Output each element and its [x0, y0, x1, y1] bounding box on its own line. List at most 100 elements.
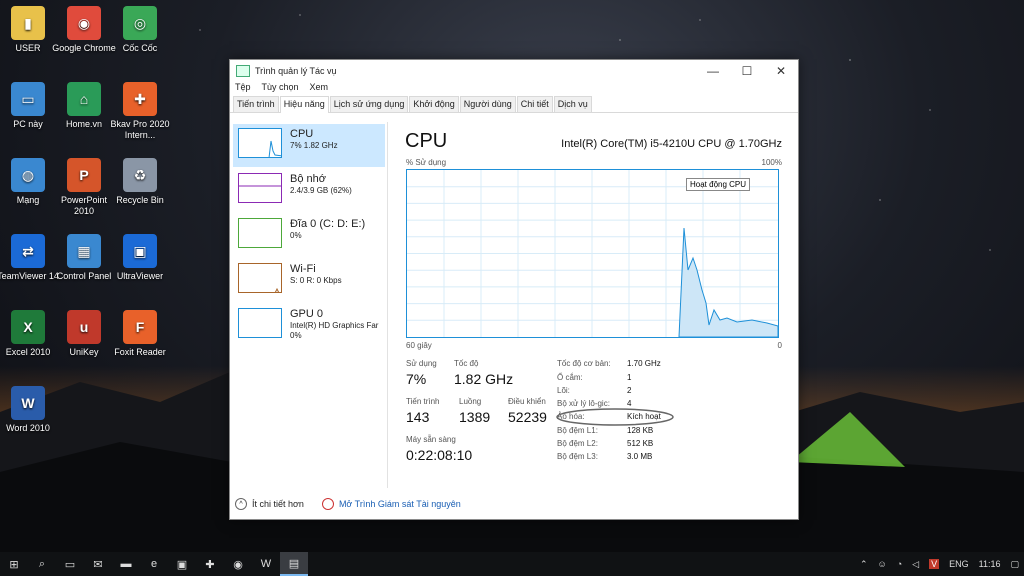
store-icon[interactable]: ▣	[168, 552, 196, 576]
bkav-icon: ✚	[123, 82, 157, 116]
usage-label: Sử dụng	[406, 359, 437, 368]
handles-label: Điều khiển	[508, 397, 546, 406]
word-icon[interactable]: W	[252, 552, 280, 576]
tab-details[interactable]: Chi tiết	[516, 96, 553, 112]
desktop-icon-powerpoint[interactable]: P PowerPoint 2010	[52, 158, 116, 217]
chevron-up-icon: ^	[235, 498, 247, 510]
resource-wifi[interactable]: Wi-Fi S: 0 R: 0 Kbps	[233, 259, 385, 302]
desktop-icon-label: Mạng	[16, 195, 40, 205]
language-indicator[interactable]: ENG	[949, 559, 969, 569]
resource-disk[interactable]: Đĩa 0 (C: D: E:) 0%	[233, 214, 385, 257]
resource-detail: S: 0 R: 0 Kbps	[290, 276, 342, 285]
resource-name: Đĩa 0 (C: D: E:)	[290, 218, 366, 230]
maximize-button[interactable]: ☐	[730, 60, 764, 82]
memory-thumbnail	[238, 173, 282, 203]
tab-processes[interactable]: Tiến trình	[233, 96, 279, 112]
search-icon[interactable]: ⌕	[28, 552, 56, 576]
chrome-icon[interactable]: ◉	[224, 552, 252, 576]
desktop-icon-label: Recycle Bin	[116, 195, 164, 205]
cpu-panel: CPU Intel(R) Core(TM) i5-4210U CPU @ 1.7…	[405, 122, 782, 489]
gpu-thumbnail	[238, 308, 282, 338]
control-panel-icon: ▦	[67, 234, 101, 268]
close-button[interactable]: ✕	[764, 60, 798, 82]
resource-memory[interactable]: Bộ nhớ 2.4/3.9 GB (62%)	[233, 169, 385, 212]
spec-label: Lõi:	[557, 386, 570, 395]
tab-startup[interactable]: Khởi động	[409, 96, 459, 112]
open-resource-monitor-link[interactable]: Mở Trình Giám sát Tài nguyên	[316, 498, 461, 510]
time-axis-label: 60 giây	[406, 341, 432, 350]
desktop-icon-control-panel[interactable]: ▦ Control Panel	[52, 234, 116, 282]
usage-value: 7%	[406, 371, 427, 387]
desktop-icon-coccoc[interactable]: ◎ Cốc Cốc	[108, 6, 172, 54]
desktop-icon-unikey[interactable]: u UniKey	[52, 310, 116, 358]
fewer-details-link[interactable]: ^ Ít chi tiết hơn	[235, 498, 304, 510]
cpu-activity-tooltip: Hoạt động CPU	[686, 178, 751, 191]
resource-name: Bộ nhớ	[290, 173, 326, 185]
bkav-icon[interactable]: ✚	[196, 552, 224, 576]
menu-file[interactable]: Tệp	[235, 82, 251, 96]
minimize-button[interactable]: —	[696, 60, 730, 82]
desktop-icon-teamviewer[interactable]: ⇄ TeamViewer 14	[0, 234, 60, 282]
chevron-up-icon[interactable]: ⌃	[860, 559, 868, 570]
zero-axis-label: 0	[777, 341, 782, 350]
open-resource-monitor-label: Mở Trình Giám sát Tài nguyên	[338, 499, 461, 509]
footer-bar: ^ Ít chi tiết hơn Mở Trình Giám sát Tài …	[230, 488, 798, 519]
people-icon[interactable]: ☺	[878, 559, 887, 569]
network-icon[interactable]: ◔	[897, 559, 902, 569]
mail-icon[interactable]: ✉	[84, 552, 112, 576]
processes-value: 143	[406, 409, 430, 425]
desktop-icon-homevn[interactable]: ⌂ Home.vn	[52, 82, 116, 130]
speed-value: 1.82 GHz	[454, 371, 514, 387]
spec-label: Bộ đệm L3:	[557, 452, 598, 461]
desktop-icon-network[interactable]: ◍ Mạng	[0, 158, 60, 206]
menu-options[interactable]: Tùy chọn	[262, 82, 299, 96]
coccoc-icon: ◎	[123, 6, 157, 40]
resource-cpu[interactable]: CPU 7% 1.82 GHz	[233, 124, 385, 167]
tab-performance[interactable]: Hiệu năng	[279, 96, 329, 113]
spec-value: 2	[627, 386, 632, 395]
processes-label: Tiến trình	[406, 397, 440, 406]
title-bar[interactable]: Trình quản lý Tác vụ — ☐ ✕	[230, 60, 798, 82]
vietnamese-input-icon[interactable]: V	[929, 559, 940, 569]
tab-users[interactable]: Người dùng	[459, 96, 516, 112]
tab-app-history[interactable]: Lịch sử ứng dụng	[329, 96, 409, 112]
desktop-icon-word[interactable]: W Word 2010	[0, 386, 60, 434]
volume-icon[interactable]: ◁	[912, 559, 919, 570]
desktop-icon-bkav[interactable]: ✚ Bkav Pro 2020 Intern...	[108, 82, 172, 141]
desktop-icon-computer[interactable]: ▭ PC này	[0, 82, 60, 130]
desktop-icon-user-folder[interactable]: ▮ USER	[0, 6, 60, 54]
desktop-icon-ultraviewer[interactable]: ▣ UltraViewer	[108, 234, 172, 282]
fewer-details-label: Ít chi tiết hơn	[252, 499, 304, 509]
resource-gpu[interactable]: GPU 0 Intel(R) HD Graphics Far 0%	[233, 304, 385, 347]
notification-icon[interactable]: ▢	[1010, 559, 1019, 570]
desktop-icon-foxit[interactable]: F Foxit Reader	[108, 310, 172, 358]
resource-detail: Intel(R) HD Graphics Far	[290, 321, 379, 330]
cpu-thumbnail	[238, 128, 282, 158]
handdrawn-ellipse-annotation	[556, 408, 674, 426]
task-view-icon[interactable]: ▭	[56, 552, 84, 576]
tab-services[interactable]: Dịch vụ	[553, 96, 592, 112]
cpu-usage-graph	[406, 169, 779, 338]
desktop-icon-chrome[interactable]: ◉ Google Chrome	[52, 6, 116, 54]
desktop-icon-label: Foxit Reader	[114, 347, 166, 357]
spec-value: 1	[627, 373, 632, 382]
windows-start-icon[interactable]: ⊞	[0, 552, 28, 576]
task-manager-window: Trình quản lý Tác vụ — ☐ ✕ Tệp Tùy chọn …	[229, 59, 799, 520]
edge-icon[interactable]: e	[140, 552, 168, 576]
speed-label: Tốc độ	[454, 359, 479, 368]
desktop-icon-recycle-bin[interactable]: ♻ Recycle Bin	[108, 158, 172, 206]
spec-value: 1.70 GHz	[627, 359, 661, 368]
spec-label: Ổ cắm:	[557, 373, 583, 382]
user-folder-icon: ▮	[11, 6, 45, 40]
handles-value: 52239	[508, 409, 547, 425]
menu-view[interactable]: Xem	[310, 82, 329, 96]
task-manager-icon	[236, 65, 250, 77]
task-manager-icon[interactable]: ▤	[280, 552, 308, 576]
desktop-icon-label: TeamViewer 14	[0, 271, 59, 281]
desktop-icon-excel[interactable]: X Excel 2010	[0, 310, 60, 358]
file-explorer-icon[interactable]: ▬	[112, 552, 140, 576]
clock[interactable]: 11:16	[979, 559, 1001, 569]
unikey-icon: u	[67, 310, 101, 344]
taskbar: ⊞ ⌕ ▭ ✉ ▬ e ▣ ✚ ◉ W ▤ ⌃ ☺ ◔ ◁ V ENG 11:1…	[0, 552, 1024, 576]
desktop-icon-label: Cốc Cốc	[122, 43, 158, 53]
